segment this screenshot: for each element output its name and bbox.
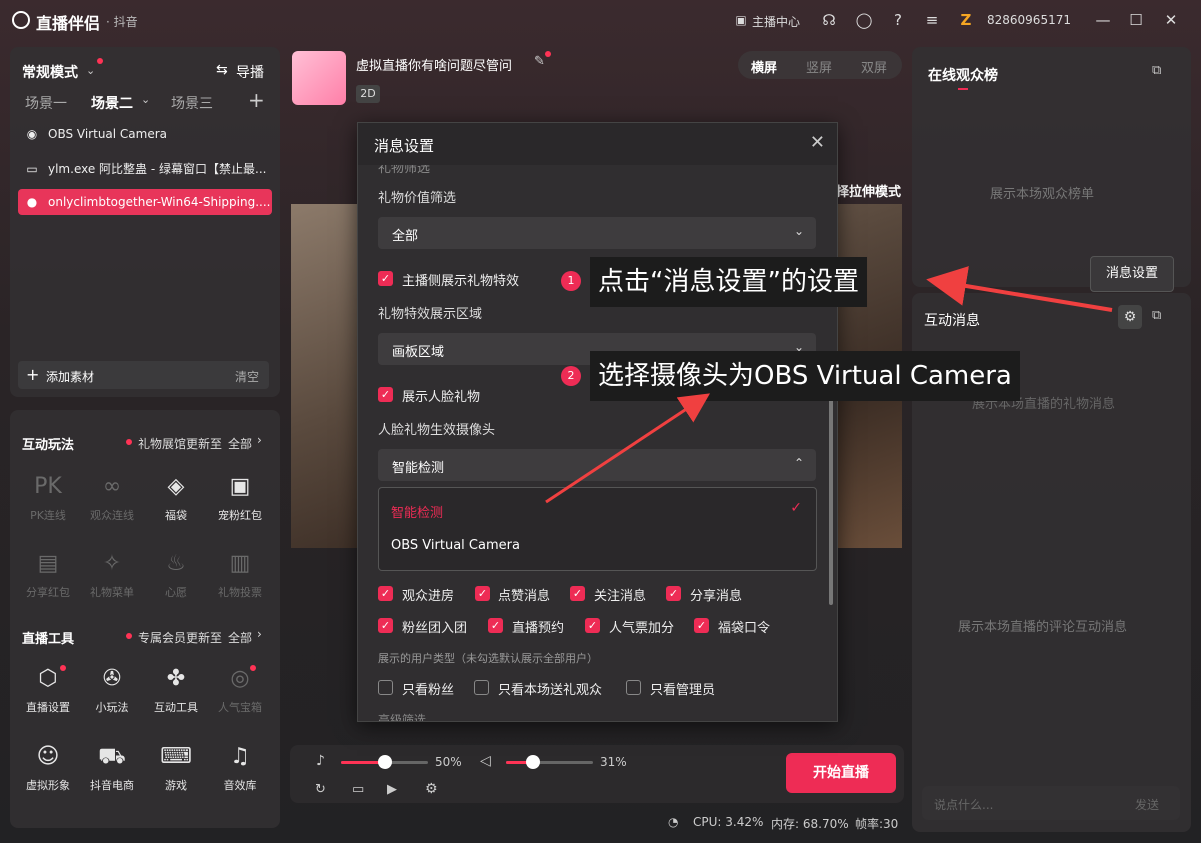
- arrow-to-option: [545, 393, 711, 504]
- annotation-arrows: [545, 266, 1113, 504]
- arrow-to-gear: [926, 266, 1113, 312]
